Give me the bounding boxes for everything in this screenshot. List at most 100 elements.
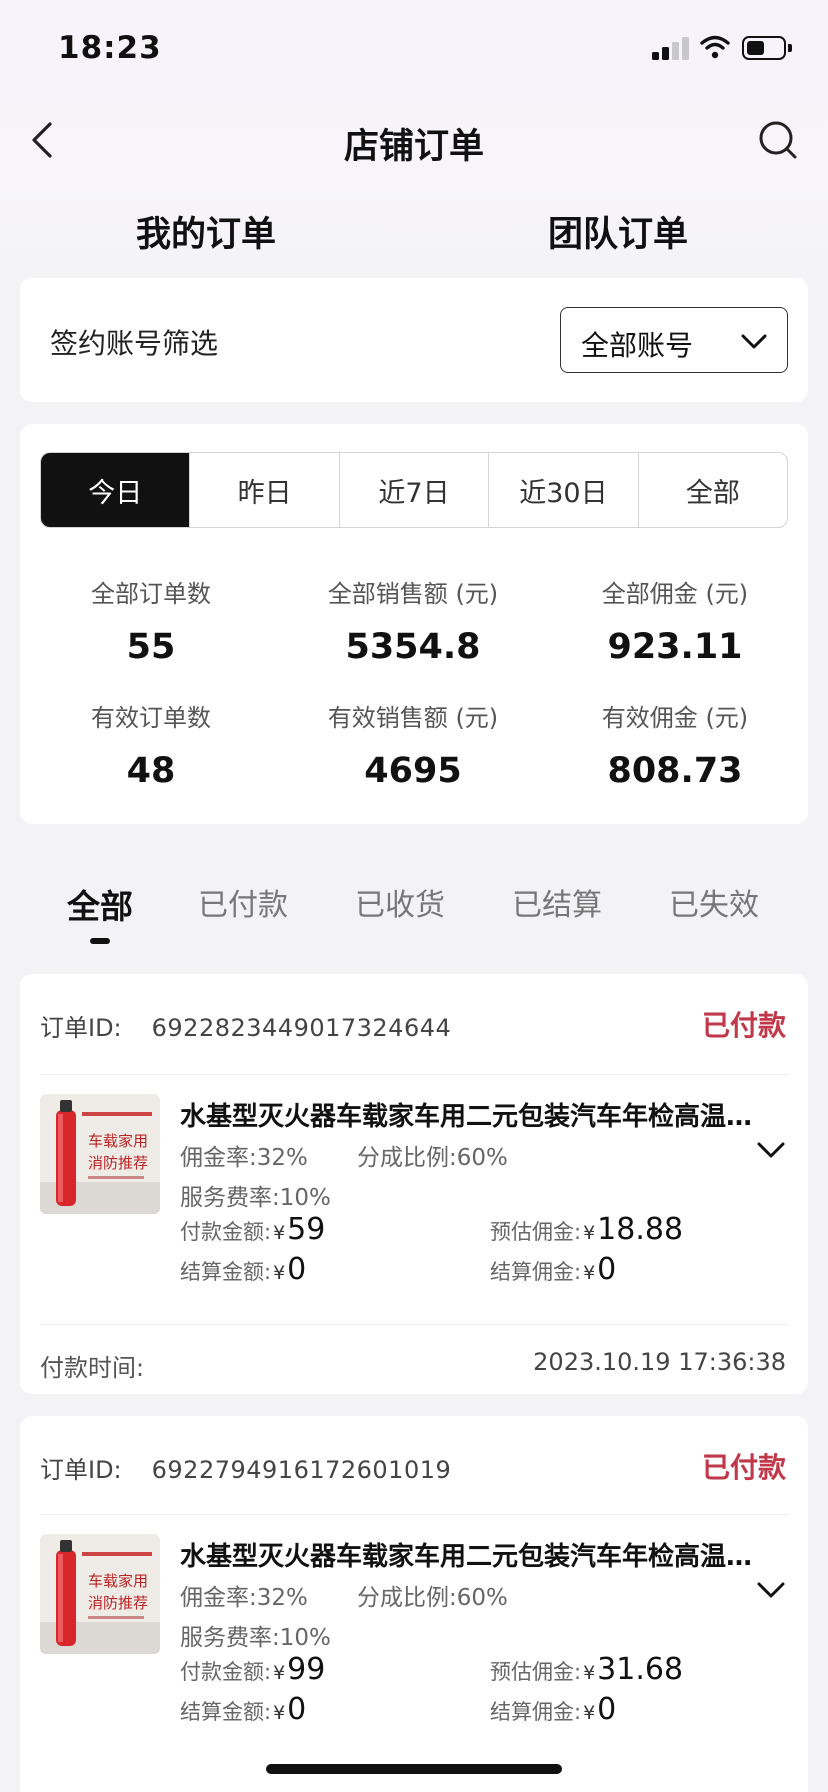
- search-icon[interactable]: [756, 118, 800, 162]
- chevron-down-icon[interactable]: [754, 1132, 788, 1166]
- order-status-tabs: 全部 已付款 已收货 已结算 已失效: [0, 880, 828, 940]
- stat-label: 有效销售额 (元): [327, 704, 499, 732]
- filter-label: 签约账号筛选: [50, 327, 219, 360]
- settled-amount-label: 结算金额:: [180, 1700, 272, 1724]
- commission-rate: 佣金率:32%: [180, 1138, 308, 1172]
- stat-label: 全部佣金 (元): [601, 580, 749, 608]
- date-range-all[interactable]: 全部: [637, 453, 787, 527]
- est-commission: 预估佣金: ¥18.88: [490, 1212, 683, 1247]
- date-range-yesterday[interactable]: 昨日: [189, 453, 338, 527]
- settled-amount-value: 0: [287, 1252, 307, 1287]
- status-tab-invalid[interactable]: 已失效: [644, 880, 784, 924]
- service-fee: 服务费率:10%: [180, 1178, 331, 1212]
- est-commission-label: 预估佣金:: [490, 1220, 582, 1244]
- settled-commission: 结算佣金: ¥0: [490, 1252, 616, 1287]
- status-tab-all[interactable]: 全部: [30, 880, 170, 928]
- wifi-icon: [700, 35, 730, 59]
- service-fee-value: 10%: [279, 1185, 331, 1211]
- settled-commission: 结算佣金: ¥0: [490, 1692, 616, 1727]
- active-tab-indicator: [90, 938, 110, 944]
- currency-symbol: ¥: [273, 1702, 286, 1724]
- currency-symbol: ¥: [583, 1702, 596, 1724]
- commission-rate-label: 佣金率:: [180, 1585, 257, 1611]
- divider: [40, 1514, 788, 1515]
- extinguisher-image: 车载家用 消防推荐: [40, 1534, 160, 1654]
- stat-label: 全部销售额 (元): [327, 580, 499, 608]
- settled-amount-value: 0: [287, 1692, 307, 1727]
- stats-card: 今日 昨日 近7日 近30日 全部 全部订单数 55 全部销售额 (元) 535…: [20, 424, 808, 824]
- order-id-row: 订单ID: 6922794916172601019: [40, 1450, 451, 1485]
- divider: [40, 1324, 788, 1325]
- split-ratio-label: 分成比例:: [357, 1585, 457, 1611]
- date-range-30d[interactable]: 近30日: [488, 453, 637, 527]
- commission-rate: 佣金率:32%: [180, 1578, 308, 1612]
- divider: [40, 1074, 788, 1075]
- est-commission-label: 预估佣金:: [490, 1660, 582, 1684]
- currency-symbol: ¥: [273, 1662, 286, 1684]
- pay-time-value: 2023.10.19 17:36:38: [533, 1348, 786, 1376]
- stat-value: 808.73: [607, 751, 743, 791]
- status-time: 18:23: [58, 30, 162, 66]
- stat-value: 923.11: [607, 627, 743, 667]
- settled-amount: 结算金额: ¥0: [180, 1252, 306, 1287]
- est-commission-value: 31.68: [597, 1652, 684, 1687]
- paid-amount: 付款金额: ¥99: [180, 1652, 325, 1687]
- tab-my-orders[interactable]: 我的订单: [56, 206, 356, 257]
- split-ratio: 分成比例:60%: [357, 1138, 508, 1172]
- commission-rate-value: 32%: [256, 1145, 308, 1171]
- product-img-text: 车载家用: [88, 1132, 148, 1150]
- commission-rate-value: 32%: [256, 1585, 308, 1611]
- order-status-badge: 已付款: [701, 1009, 786, 1042]
- order-id-row: 订单ID: 6922823449017324644: [40, 1008, 451, 1043]
- settled-amount-label: 结算金额:: [180, 1260, 272, 1284]
- signal-icon: [652, 36, 692, 60]
- status-tab-received[interactable]: 已收货: [330, 880, 470, 924]
- product-image: 车载家用 消防推荐: [40, 1094, 160, 1214]
- tab-team-orders[interactable]: 团队订单: [468, 206, 768, 257]
- account-select-value: 全部账号: [581, 329, 694, 362]
- split-ratio-value: 60%: [456, 1585, 508, 1611]
- service-fee-label: 服务费率:: [180, 1185, 280, 1211]
- currency-symbol: ¥: [583, 1262, 596, 1284]
- stat-total-orders: 全部订单数 55: [20, 574, 282, 667]
- stat-valid-commission: 有效佣金 (元) 808.73: [544, 698, 806, 791]
- split-ratio-value: 60%: [456, 1145, 508, 1171]
- pay-time-label: 付款时间:: [40, 1354, 145, 1382]
- status-tab-paid[interactable]: 已付款: [173, 880, 313, 924]
- order-status-badge: 已付款: [701, 1451, 786, 1484]
- service-fee-label: 服务费率:: [180, 1625, 280, 1651]
- currency-symbol: ¥: [273, 1262, 286, 1284]
- order-card[interactable]: 订单ID: 6922794916172601019 已付款 车载家用 消防推荐 …: [20, 1416, 808, 1792]
- product-image: 车载家用 消防推荐: [40, 1534, 160, 1654]
- date-range-today[interactable]: 今日: [41, 453, 190, 527]
- extinguisher-image: 车载家用 消防推荐: [40, 1094, 160, 1214]
- back-arrow-icon[interactable]: [24, 118, 64, 162]
- split-ratio: 分成比例:60%: [357, 1578, 508, 1612]
- split-ratio-label: 分成比例:: [357, 1145, 457, 1171]
- stat-total-commission: 全部佣金 (元) 923.11: [544, 574, 806, 667]
- order-id-label: 订单ID:: [40, 1014, 122, 1042]
- product-img-text: 消防推荐: [88, 1594, 148, 1612]
- order-id-value: 6922823449017324644: [151, 1014, 452, 1042]
- order-card[interactable]: 订单ID: 6922823449017324644 已付款 车载家用 消防推荐 …: [20, 974, 808, 1394]
- paid-amount-label: 付款金额:: [180, 1660, 272, 1684]
- date-range-7d[interactable]: 近7日: [338, 453, 488, 527]
- settled-commission-value: 0: [597, 1252, 617, 1287]
- stat-label: 有效订单数: [91, 704, 211, 732]
- stat-label: 有效佣金 (元): [601, 704, 749, 732]
- settled-commission-label: 结算佣金:: [490, 1700, 582, 1724]
- settled-amount: 结算金额: ¥0: [180, 1692, 306, 1727]
- order-id-value: 6922794916172601019: [151, 1456, 452, 1484]
- chevron-down-icon: [741, 334, 767, 349]
- commission-rate-label: 佣金率:: [180, 1145, 257, 1171]
- product-title: 水基型灭火器车载家车用二元包装汽车年检高温…: [180, 1542, 753, 1572]
- date-range-segment: 今日 昨日 近7日 近30日 全部: [40, 452, 788, 528]
- settled-commission-label: 结算佣金:: [490, 1260, 582, 1284]
- order-id-label: 订单ID:: [40, 1456, 122, 1484]
- service-fee: 服务费率:10%: [180, 1618, 331, 1652]
- account-select[interactable]: 全部账号: [560, 307, 788, 373]
- paid-amount-label: 付款金额:: [180, 1220, 272, 1244]
- home-indicator: [266, 1764, 562, 1774]
- status-tab-settled[interactable]: 已结算: [487, 880, 627, 924]
- chevron-down-icon[interactable]: [754, 1572, 788, 1606]
